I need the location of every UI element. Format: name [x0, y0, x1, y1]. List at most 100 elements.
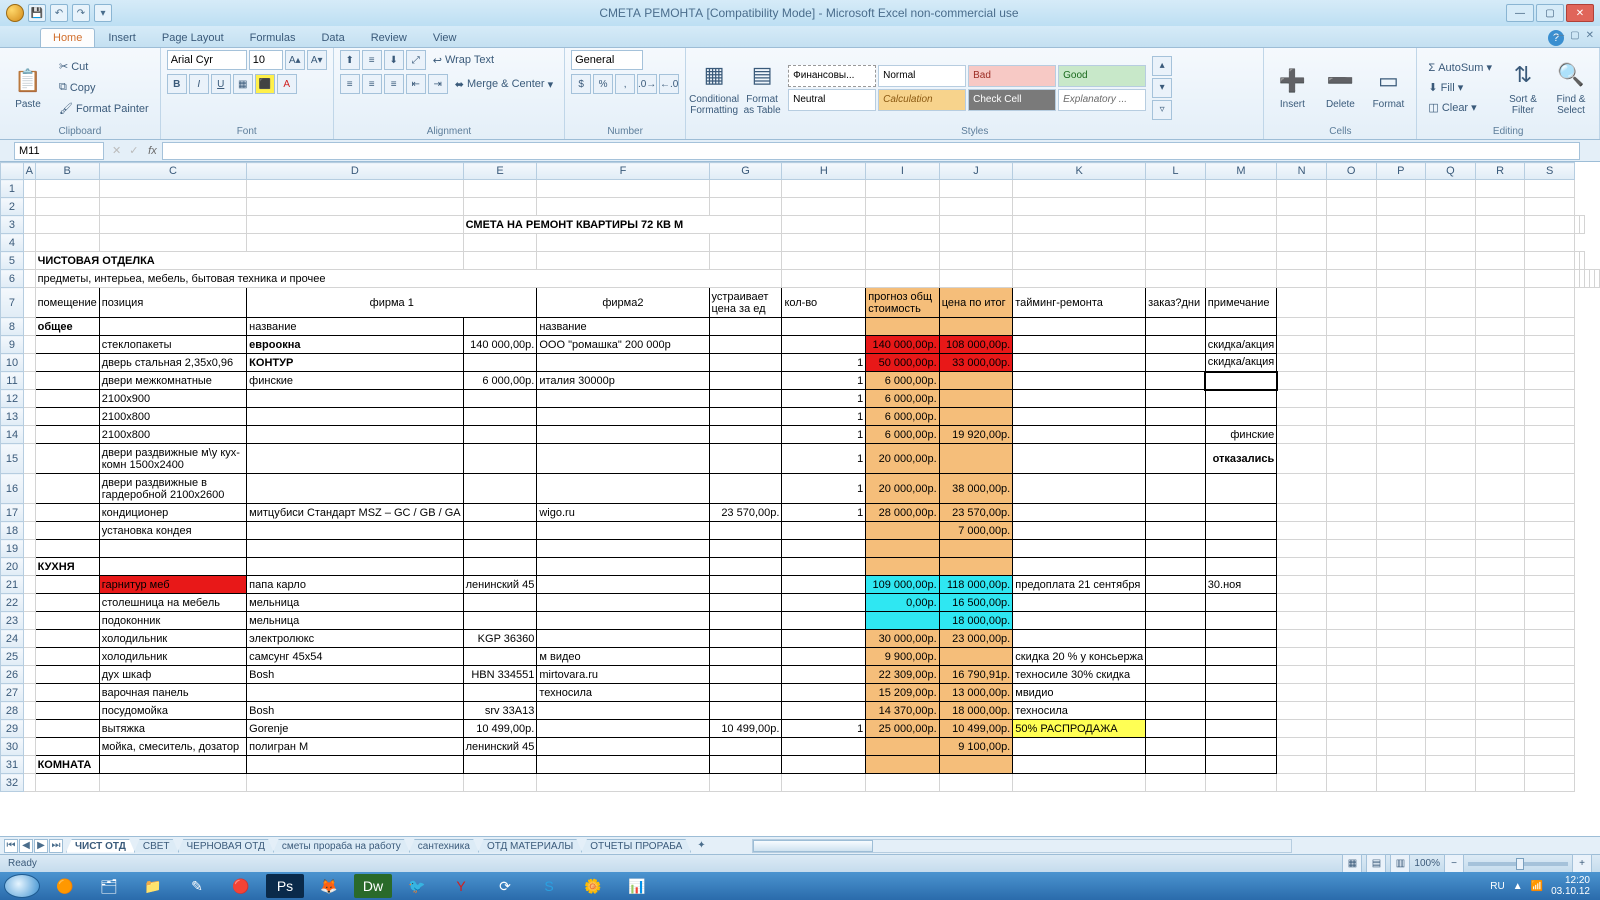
comma-button[interactable]: ,	[615, 74, 635, 94]
tab-formulas[interactable]: Formulas	[237, 28, 309, 47]
taskbar-app-14[interactable]: 📊	[618, 874, 656, 898]
cell[interactable]	[1146, 540, 1206, 558]
cell[interactable]	[1525, 648, 1575, 666]
cell[interactable]	[1475, 426, 1525, 444]
cell[interactable]	[1525, 720, 1575, 738]
cell[interactable]	[782, 270, 866, 288]
cell[interactable]	[1376, 684, 1426, 702]
taskbar-app-10[interactable]: Y	[442, 874, 480, 898]
cell[interactable]	[463, 354, 537, 372]
cell[interactable]	[35, 408, 99, 426]
close-button[interactable]: ✕	[1566, 4, 1594, 22]
cell[interactable]	[1013, 198, 1146, 216]
cancel-formula-icon[interactable]: ✕	[108, 144, 125, 157]
cell[interactable]	[866, 522, 940, 540]
cell[interactable]	[782, 648, 866, 666]
cell[interactable]: прогноз общ стоимость	[866, 288, 940, 318]
cell[interactable]	[1013, 408, 1146, 426]
cell[interactable]	[1525, 594, 1575, 612]
cell[interactable]	[1426, 504, 1476, 522]
cell[interactable]: 9 100,00р.	[939, 738, 1013, 756]
cell[interactable]	[35, 474, 99, 504]
cell[interactable]	[1525, 180, 1575, 198]
cell[interactable]	[1326, 426, 1376, 444]
zoom-out-button[interactable]: −	[1444, 854, 1464, 874]
cell[interactable]	[23, 270, 35, 288]
cell[interactable]	[463, 504, 537, 522]
cell[interactable]	[537, 408, 709, 426]
sheet-nav-next[interactable]: ▶	[34, 839, 48, 853]
cell[interactable]	[1426, 738, 1476, 756]
cell[interactable]: скидка/акция	[1205, 354, 1276, 372]
redo-icon[interactable]: ↷	[72, 4, 90, 22]
cell[interactable]: 33 000,00р.	[939, 354, 1013, 372]
cell[interactable]	[1013, 426, 1146, 444]
cell[interactable]	[1426, 720, 1476, 738]
cell[interactable]: 1	[782, 354, 866, 372]
cell[interactable]	[35, 390, 99, 408]
delete-cells-button[interactable]: ➖Delete	[1318, 55, 1362, 121]
sheet-tab[interactable]: ОТЧЕТЫ ПРОРАБА	[581, 839, 691, 853]
cell[interactable]	[1277, 774, 1327, 792]
tab-home[interactable]: Home	[40, 28, 95, 47]
cell[interactable]	[1205, 270, 1276, 288]
cell[interactable]	[782, 702, 866, 720]
cell[interactable]	[939, 540, 1013, 558]
cell[interactable]	[23, 756, 35, 774]
sheet-tab[interactable]: ЧЕРНОВАЯ ОТД	[178, 839, 274, 853]
sort-filter-button[interactable]: ⇅Sort & Filter	[1501, 55, 1545, 121]
row-header[interactable]: 9	[1, 336, 24, 354]
cell[interactable]	[1013, 738, 1146, 756]
cell[interactable]	[1580, 216, 1585, 234]
taskbar-app-7[interactable]: 🦊	[310, 874, 348, 898]
cell[interactable]	[1326, 198, 1376, 216]
row-header[interactable]: 23	[1, 612, 24, 630]
cell[interactable]	[1326, 336, 1376, 354]
cell[interactable]	[1326, 234, 1376, 252]
cell[interactable]	[1426, 444, 1476, 474]
cell[interactable]	[1277, 372, 1327, 390]
cell[interactable]	[1205, 216, 1276, 234]
cell[interactable]: тайминг-ремонта	[1013, 288, 1146, 318]
cell[interactable]	[939, 372, 1013, 390]
cell[interactable]	[1326, 318, 1376, 336]
row-header[interactable]: 10	[1, 354, 24, 372]
cell[interactable]: холодильник	[99, 648, 246, 666]
cell[interactable]	[1475, 756, 1525, 774]
cell[interactable]	[1376, 408, 1426, 426]
cell[interactable]	[463, 558, 537, 576]
cut-button[interactable]: ✂Cut	[54, 57, 154, 76]
cell[interactable]	[1525, 684, 1575, 702]
cell[interactable]	[35, 504, 99, 522]
cell[interactable]	[939, 234, 1013, 252]
cell[interactable]	[1146, 198, 1206, 216]
align-center-button[interactable]: ≡	[362, 74, 382, 94]
cell[interactable]	[709, 426, 782, 444]
cell[interactable]	[1205, 504, 1276, 522]
cell[interactable]: фирма 1	[247, 288, 537, 318]
cell[interactable]	[1277, 354, 1327, 372]
cell[interactable]	[782, 630, 866, 648]
cell[interactable]	[1376, 540, 1426, 558]
cell[interactable]	[1525, 612, 1575, 630]
cell[interactable]: мельница	[247, 594, 463, 612]
cell[interactable]	[709, 522, 782, 540]
tab-data[interactable]: Data	[308, 28, 357, 47]
cell[interactable]	[537, 738, 709, 756]
cell[interactable]	[23, 288, 35, 318]
cell[interactable]: самсунг 45x54	[247, 648, 463, 666]
save-icon[interactable]: 💾	[28, 4, 46, 22]
cell[interactable]: 10 499,00р.	[709, 720, 782, 738]
cell[interactable]	[1277, 630, 1327, 648]
cell[interactable]	[23, 336, 35, 354]
tray-lang[interactable]: RU	[1490, 881, 1504, 892]
cell[interactable]	[35, 522, 99, 540]
style-normal[interactable]: Normal	[878, 65, 966, 87]
cell[interactable]: двери межкомнатные	[99, 372, 246, 390]
view-layout-button[interactable]: ▤	[1366, 854, 1386, 874]
cell[interactable]	[1525, 738, 1575, 756]
merge-center-button[interactable]: ⬌Merge & Center▾	[450, 75, 558, 94]
cell[interactable]	[1205, 318, 1276, 336]
row-header[interactable]: 2	[1, 198, 24, 216]
cell[interactable]: ООО "ромашка" 200 000р	[537, 336, 709, 354]
